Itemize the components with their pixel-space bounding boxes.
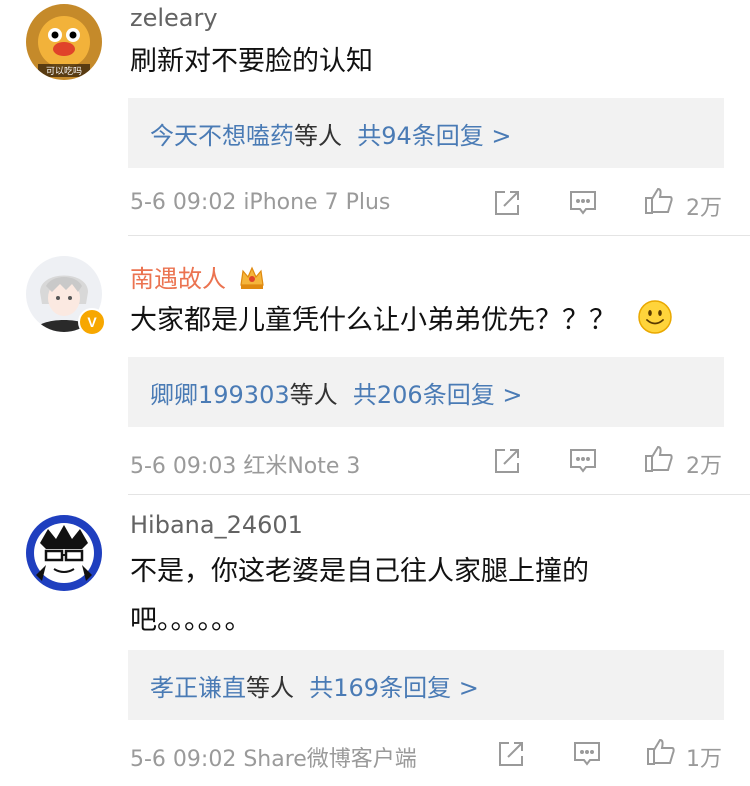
divider (128, 235, 750, 236)
share-icon[interactable] (496, 739, 526, 769)
comment-text: 不是，你这老婆是自己往人家腿上撞的 吧。。。。。。 (130, 556, 589, 636)
username[interactable]: zeleary (130, 4, 218, 32)
reply-summary[interactable]: 今天不想嗑药等人 共94条回复 > (128, 98, 724, 168)
reply-summary[interactable]: 卿卿199303等人 共206条回复 > (128, 357, 724, 427)
svg-text:可以吃吗: 可以吃吗 (46, 65, 82, 77)
crown-icon (239, 266, 264, 289)
reply-total-link[interactable]: 共94条回复 > (357, 122, 511, 150)
like-icon[interactable] (644, 186, 674, 216)
like-count: 2万 (686, 454, 722, 479)
share-icon[interactable] (492, 188, 522, 218)
username[interactable]: Hibana_24601 (130, 511, 303, 539)
like-icon[interactable] (644, 444, 674, 474)
comment-meta: 5-6 09:02 iPhone 7 Plus (130, 190, 391, 215)
reply-summary[interactable]: 孝正谦直等人 共169条回复 > (128, 650, 724, 720)
comment-item: Hibana_24601 不是，你这老婆是自己往人家腿上撞的 吧。。。。。。 孝… (0, 495, 750, 786)
reply-mid: 等人 (246, 674, 294, 702)
username[interactable]: 南遇故人 (130, 259, 266, 294)
reply-total-link[interactable]: 共206条回复 > (353, 381, 523, 409)
like-count: 1万 (686, 747, 722, 772)
comment-text: 大家都是儿童凭什么让小弟弟优先？？？ (130, 296, 673, 345)
share-icon[interactable] (492, 446, 522, 476)
reply-names[interactable]: 卿卿199303 (150, 381, 290, 409)
like-count: 2万 (686, 196, 722, 221)
reply-mid: 等人 (294, 122, 342, 150)
comment-item: V 南遇故人 大家都是儿童凭什么让小弟弟优先？？？ 卿卿199303等人 共20… (0, 250, 750, 495)
avatar[interactable]: 可以吃吗 (26, 4, 102, 80)
verified-badge: V (78, 308, 106, 336)
smile-emoji (637, 300, 672, 334)
comment-meta: 5-6 09:02 Share微博客户端 (130, 747, 417, 772)
comment-meta: 5-6 09:03 红米Note 3 (130, 454, 361, 479)
reply-names[interactable]: 孝正谦直 (150, 674, 246, 702)
comment-icon[interactable] (568, 446, 598, 476)
like-icon[interactable] (646, 737, 676, 767)
reply-total-link[interactable]: 共169条回复 > (309, 674, 479, 702)
comment-text: 刷新对不要脸的认知 (130, 46, 373, 77)
comment-icon[interactable] (568, 188, 598, 218)
avatar[interactable] (26, 515, 102, 591)
comment-icon[interactable] (572, 739, 602, 769)
comment-item: 可以吃吗 zeleary 刷新对不要脸的认知 今天不想嗑药等人 共94条回复 >… (0, 0, 750, 250)
reply-names[interactable]: 今天不想嗑药 (150, 122, 294, 150)
reply-mid: 等人 (289, 381, 338, 409)
